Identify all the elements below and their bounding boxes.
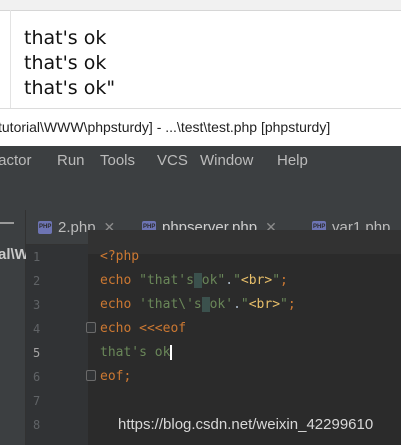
- collapse-icon[interactable]: [0, 222, 14, 224]
- string: ": [272, 273, 281, 288]
- window-title: tutorial\WWW\phpsturdy] - ...\test\test.…: [0, 119, 331, 135]
- keyword: echo: [100, 297, 132, 312]
- semicolon: ;: [280, 273, 288, 288]
- text-caret: [170, 345, 173, 360]
- line-number: 4: [33, 322, 41, 336]
- string: ok': [209, 297, 234, 312]
- code-line-6: eof;: [100, 369, 131, 384]
- output-line: that's ok: [24, 52, 107, 74]
- code-line-5: that's ok: [100, 345, 173, 360]
- menu-window[interactable]: Window: [200, 152, 253, 169]
- browser-top-strip: [0, 0, 401, 11]
- semicolon: ;: [287, 297, 296, 312]
- operator: .: [225, 273, 234, 288]
- html-tag: <br>: [248, 297, 281, 312]
- menu-tools[interactable]: Tools: [100, 152, 135, 169]
- browser-output-pane: that's ok that's ok that's ok": [0, 0, 401, 108]
- html-tag: <br>: [240, 273, 273, 288]
- php-file-icon: [38, 220, 52, 234]
- divider: [10, 10, 11, 108]
- toolbar: [0, 176, 401, 211]
- line-number: 8: [33, 418, 41, 432]
- project-panel: al\W: [0, 210, 29, 445]
- string: ": [240, 297, 249, 312]
- semicolon: ;: [123, 369, 132, 384]
- operator: .: [233, 297, 241, 312]
- fold-icon[interactable]: [86, 370, 96, 381]
- menu-bar: factor Run Tools VCS Window Help: [0, 146, 401, 176]
- output-line: that's ok: [24, 27, 107, 49]
- line-number: 6: [33, 370, 41, 384]
- string: ": [233, 273, 241, 288]
- string: 'that\'s: [139, 297, 202, 312]
- menu-help[interactable]: Help: [277, 152, 308, 169]
- string: ": [280, 297, 288, 312]
- line-number-current: 5: [33, 346, 41, 360]
- line-number: 7: [33, 394, 41, 408]
- line-number: 3: [33, 298, 41, 312]
- menu-refactor[interactable]: factor: [0, 152, 32, 169]
- menu-run[interactable]: Run: [57, 152, 85, 169]
- project-root-label[interactable]: al\W: [0, 246, 29, 263]
- code-line-1: <?php: [100, 249, 139, 264]
- heredoc-end: eof: [100, 369, 124, 384]
- menu-vcs[interactable]: VCS: [157, 152, 188, 169]
- keyword: echo: [100, 273, 132, 288]
- watermark: https://blog.csdn.net/weixin_42299610: [118, 416, 374, 433]
- heredoc-body: that's ok: [100, 345, 171, 360]
- code-line-2: echo "that's ok"."<br>";: [100, 273, 288, 288]
- code-line-4: echo <<<eof: [100, 321, 186, 336]
- line-number: 2: [33, 274, 41, 288]
- output-line: that's ok": [24, 77, 116, 99]
- fold-icon[interactable]: [86, 322, 96, 333]
- line-number: 1: [33, 250, 41, 264]
- php-output: that's ok that's ok that's ok": [24, 26, 115, 101]
- php-open-tag: <?php: [100, 249, 140, 264]
- keyword: echo: [100, 321, 132, 336]
- string: ok": [201, 273, 226, 288]
- window-titlebar: tutorial\WWW\phpsturdy] - ...\test\test.…: [0, 108, 401, 147]
- heredoc-start: <<<eof: [139, 321, 187, 336]
- string: "that's: [139, 273, 194, 288]
- code-line-3: echo 'that\'s ok'."<br>";: [100, 297, 296, 312]
